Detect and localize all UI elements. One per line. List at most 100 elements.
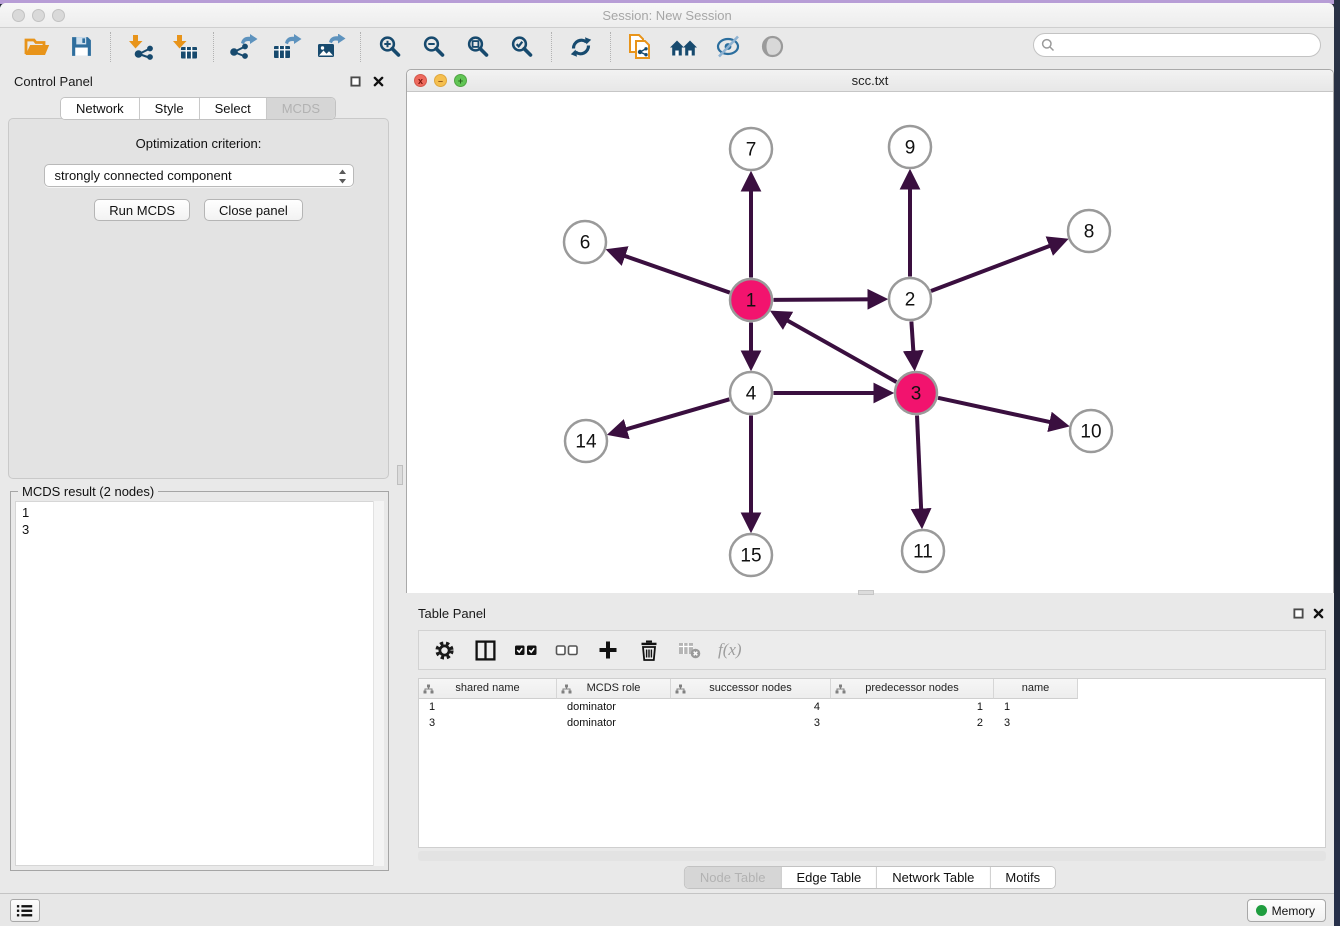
- run-mcds-button[interactable]: Run MCDS: [94, 199, 190, 221]
- column-header-name[interactable]: name: [994, 679, 1078, 699]
- import-network-button[interactable]: [123, 32, 157, 62]
- function-builder-button-disabled: f(x): [718, 640, 742, 660]
- node-9[interactable]: 9: [889, 126, 931, 168]
- node-14[interactable]: 14: [565, 420, 607, 462]
- node-6[interactable]: 6: [564, 221, 606, 263]
- tab-motifs[interactable]: Motifs: [990, 867, 1055, 888]
- delete-table-icon: [678, 640, 703, 660]
- svg-text:6: 6: [580, 233, 591, 254]
- main-toolbar: [0, 28, 1334, 65]
- vertical-splitter-handle[interactable]: [397, 465, 403, 485]
- mcds-result-scrollbar[interactable]: [373, 501, 384, 866]
- table-header-row: shared nameMCDS rolesuccessor nodesprede…: [419, 679, 1325, 699]
- horizontal-splitter-handle[interactable]: [858, 590, 874, 595]
- memory-status-icon: [1256, 905, 1267, 916]
- tab-network[interactable]: Network: [61, 98, 140, 119]
- node-1[interactable]: 1: [730, 279, 772, 321]
- edge-3-11[interactable]: [917, 416, 922, 523]
- criterion-select[interactable]: strongly connected component: [44, 164, 354, 187]
- delete-column-button[interactable]: [636, 637, 662, 663]
- svg-text:7: 7: [746, 140, 757, 161]
- edge-2-3[interactable]: [911, 322, 914, 365]
- create-column-button[interactable]: [595, 637, 621, 663]
- node-11[interactable]: 11: [902, 530, 944, 572]
- edge-3-1[interactable]: [776, 314, 896, 382]
- node-4[interactable]: 4: [730, 372, 772, 414]
- edge-1-2[interactable]: [774, 299, 882, 300]
- edge-1-6[interactable]: [612, 252, 729, 293]
- zoom-fit-button[interactable]: [461, 32, 495, 62]
- node-3[interactable]: 3: [895, 372, 937, 414]
- tab-select[interactable]: Select: [200, 98, 267, 119]
- search-input[interactable]: [1033, 33, 1321, 57]
- duplicate-network-icon: [627, 33, 654, 61]
- column-header-shared-name[interactable]: shared name: [419, 679, 557, 699]
- gear-icon: [433, 639, 456, 662]
- mcds-tab-content: Optimization criterion: strongly connect…: [8, 118, 389, 479]
- open-file-button[interactable]: [20, 32, 54, 62]
- zoom-selected-icon: [510, 35, 534, 59]
- show-columns-button[interactable]: [472, 637, 498, 663]
- edge-3-10[interactable]: [938, 398, 1063, 425]
- node-7[interactable]: 7: [730, 128, 772, 170]
- table-row[interactable]: 3dominator323: [419, 715, 1325, 731]
- close-panel-icon[interactable]: [373, 74, 384, 92]
- table-float-panel-icon[interactable]: [1293, 606, 1304, 624]
- column-header-successor-nodes[interactable]: successor nodes: [671, 679, 831, 699]
- memory-button[interactable]: Memory: [1247, 899, 1326, 922]
- zoom-in-button[interactable]: [373, 32, 407, 62]
- float-panel-icon[interactable]: [350, 74, 361, 92]
- table-toolbar: f(x): [418, 630, 1326, 670]
- table-close-panel-icon[interactable]: [1313, 606, 1324, 624]
- hierarchy-icon: [675, 684, 686, 694]
- tab-mcds[interactable]: MCDS: [267, 98, 335, 119]
- tab-edge-table[interactable]: Edge Table: [781, 867, 877, 888]
- table-row[interactable]: 1dominator411: [419, 699, 1325, 715]
- node-10[interactable]: 10: [1070, 410, 1112, 452]
- show-panels-button[interactable]: [10, 899, 40, 922]
- window-title: Session: New Session: [0, 8, 1334, 23]
- import-table-button[interactable]: [167, 32, 201, 62]
- bird-eye-icon: [760, 34, 785, 59]
- edge-2-8[interactable]: [931, 241, 1062, 291]
- zoom-selected-button[interactable]: [505, 32, 539, 62]
- list-icon: [16, 903, 34, 918]
- deselect-all-button[interactable]: [554, 637, 580, 663]
- zoom-out-icon: [422, 35, 446, 59]
- svg-text:4: 4: [746, 384, 757, 405]
- table-settings-button[interactable]: [431, 637, 457, 663]
- select-all-button[interactable]: [513, 637, 539, 663]
- table-scroll-strip[interactable]: [418, 851, 1326, 861]
- svg-text:1: 1: [746, 291, 757, 312]
- tab-node-table[interactable]: Node Table: [685, 867, 782, 888]
- first-neighbors-button[interactable]: [667, 32, 701, 62]
- tab-style[interactable]: Style: [140, 98, 200, 119]
- duplicate-network-button[interactable]: [623, 32, 657, 62]
- network-canvas[interactable]: 1 2 3 4 6 7 8 9 10 11 14 15: [407, 92, 1333, 593]
- desktop-background: [1334, 0, 1340, 926]
- export-network-button[interactable]: [226, 32, 260, 62]
- mcds-result-text[interactable]: 1 3: [15, 501, 384, 866]
- hide-graphics-details-button[interactable]: [711, 32, 745, 62]
- zoom-out-button[interactable]: [417, 32, 451, 62]
- network-window-title: scc.txt: [407, 73, 1333, 88]
- close-panel-button[interactable]: Close panel: [204, 199, 303, 221]
- export-network-icon: [228, 34, 258, 60]
- node-15[interactable]: 15: [730, 534, 772, 576]
- svg-text:14: 14: [575, 432, 597, 453]
- refresh-button[interactable]: [564, 32, 598, 62]
- export-table-button[interactable]: [270, 32, 304, 62]
- column-header-predecessor-nodes[interactable]: predecessor nodes: [831, 679, 994, 699]
- node-2[interactable]: 2: [889, 278, 931, 320]
- bird-eye-view-button[interactable]: [755, 32, 789, 62]
- node-8[interactable]: 8: [1068, 210, 1110, 252]
- table-body: 1dominator4113dominator323: [419, 699, 1325, 731]
- column-header-MCDS-role[interactable]: MCDS role: [557, 679, 671, 699]
- tab-network-table[interactable]: Network Table: [877, 867, 990, 888]
- export-image-button[interactable]: [314, 32, 348, 62]
- save-session-button[interactable]: [64, 32, 98, 62]
- svg-text:9: 9: [905, 138, 916, 159]
- node-table: shared nameMCDS rolesuccessor nodesprede…: [418, 678, 1326, 848]
- edge-4-14[interactable]: [614, 399, 730, 433]
- svg-text:8: 8: [1084, 222, 1095, 243]
